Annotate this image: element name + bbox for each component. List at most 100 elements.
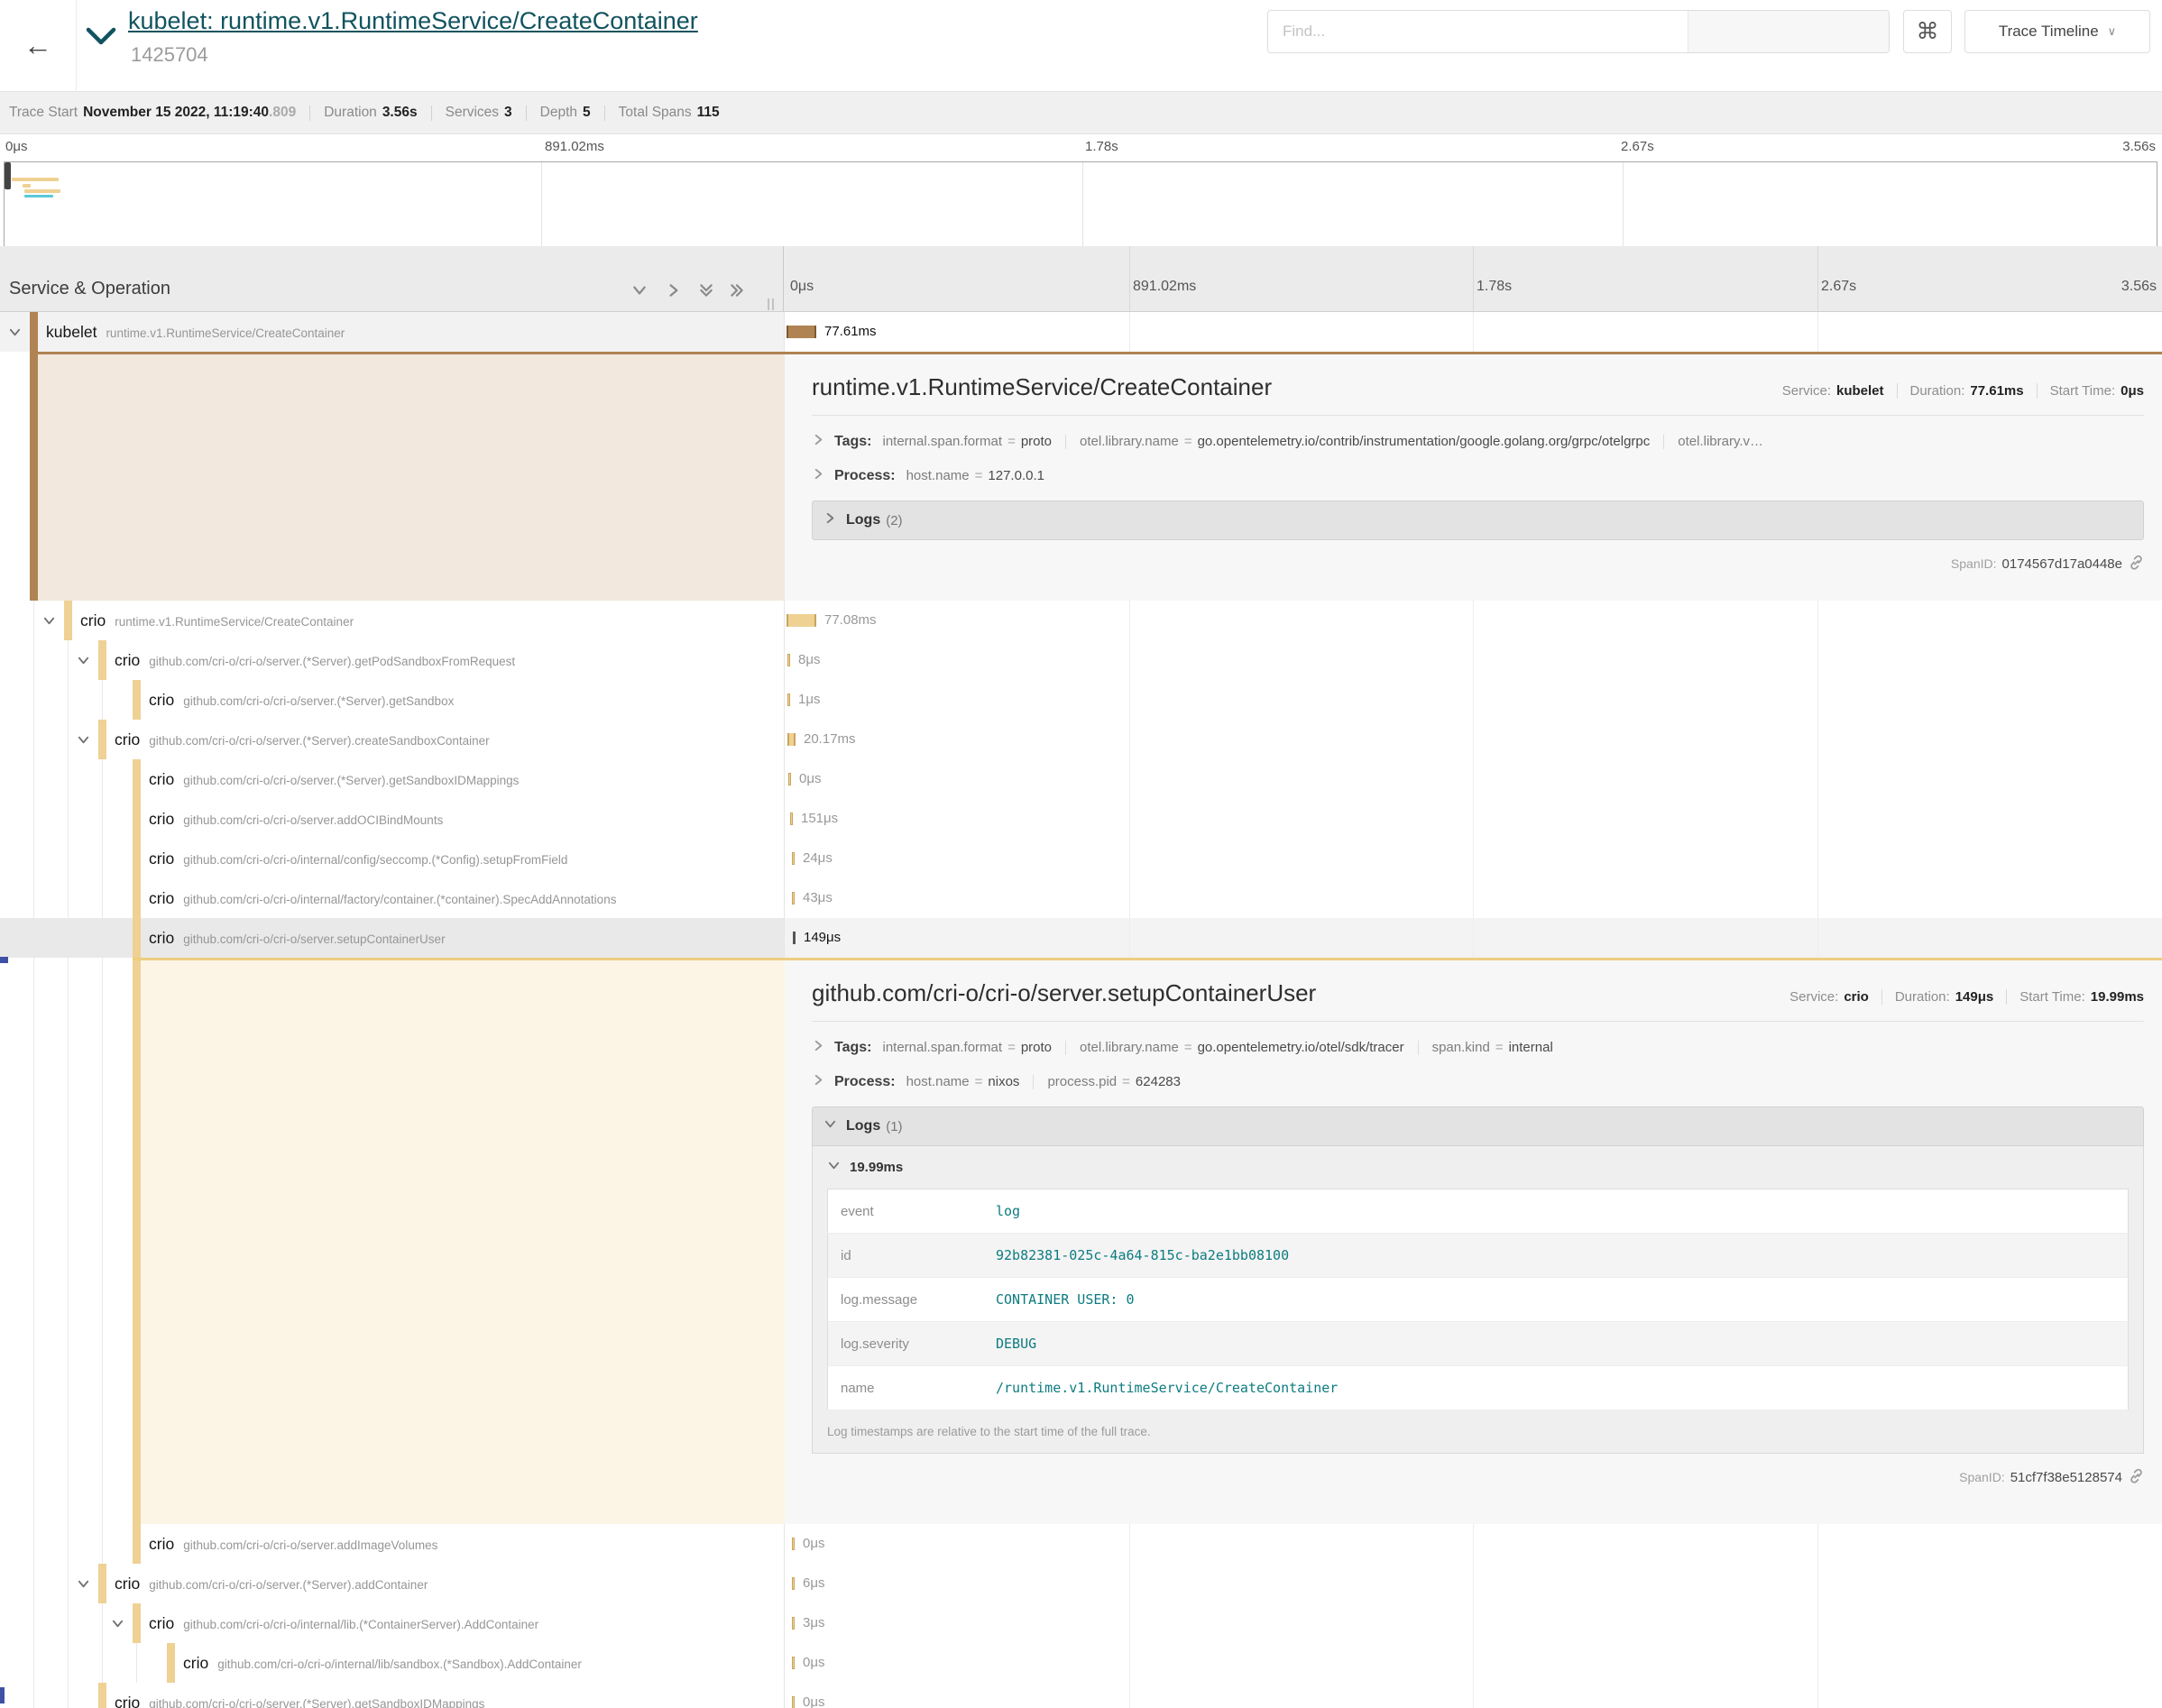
span-timeline-cell[interactable]: 6μs: [785, 1564, 2162, 1603]
span-row[interactable]: criogithub.com/cri-o/cri-o/internal/lib/…: [0, 1643, 2162, 1683]
span-row[interactable]: criogithub.com/cri-o/cri-o/server.addOCI…: [0, 799, 2162, 839]
link-icon[interactable]: [2129, 555, 2144, 573]
tags-row[interactable]: Tags:internal.span.format=protootel.libr…: [812, 1039, 2144, 1056]
column-resizer-handle[interactable]: [768, 298, 774, 310]
span-duration-bar[interactable]: [792, 1617, 795, 1630]
span-row[interactable]: criogithub.com/cri-o/cri-o/server.(*Serv…: [0, 759, 2162, 799]
span-color-bar: [133, 680, 141, 720]
span-duration-bar[interactable]: [788, 773, 791, 785]
span-timeline-cell[interactable]: 149μs: [785, 918, 2162, 958]
span-row[interactable]: criogithub.com/cri-o/cri-o/server.(*Serv…: [0, 1683, 2162, 1708]
span-timeline-cell[interactable]: 77.08ms: [785, 601, 2162, 640]
trace-title-chevron-down-icon[interactable]: [85, 25, 117, 51]
span-duration-bar[interactable]: [790, 813, 793, 825]
span-name-cell[interactable]: kubeletruntime.v1.RuntimeService/CreateC…: [0, 312, 785, 352]
span-timeline-cell[interactable]: 0μs: [785, 759, 2162, 799]
span-timeline-cell[interactable]: 0μs: [785, 1524, 2162, 1564]
span-duration-bar[interactable]: [787, 733, 796, 746]
collapse-children-icon[interactable]: [42, 614, 56, 632]
span-timeline-cell[interactable]: 1μs: [785, 680, 2162, 720]
link-icon[interactable]: [2129, 1468, 2144, 1486]
span-row[interactable]: criogithub.com/cri-o/cri-o/server.(*Serv…: [0, 1564, 2162, 1603]
divider: [431, 106, 432, 121]
span-duration-bar[interactable]: [792, 852, 795, 865]
span-duration-bar[interactable]: [792, 1696, 795, 1708]
span-row[interactable]: criogithub.com/cri-o/cri-o/server.addIma…: [0, 1524, 2162, 1564]
collapse-children-icon[interactable]: [8, 326, 22, 344]
tags-row[interactable]: Tags:internal.span.format=protootel.libr…: [812, 433, 2144, 450]
span-duration-bar[interactable]: [792, 892, 795, 905]
process-row[interactable]: Process:host.name=nixosprocess.pid=62428…: [812, 1073, 2144, 1090]
span-name-cell[interactable]: criogithub.com/cri-o/cri-o/server.(*Serv…: [0, 759, 785, 799]
span-name-cell[interactable]: criogithub.com/cri-o/cri-o/internal/conf…: [0, 839, 785, 878]
minimap-gridline: [1082, 162, 1083, 247]
logs-toggle[interactable]: Logs(1): [812, 1107, 2144, 1146]
find-input[interactable]: [1268, 11, 1688, 52]
span-row[interactable]: kubeletruntime.v1.RuntimeService/CreateC…: [0, 312, 2162, 352]
expand-all-icon[interactable]: [729, 282, 745, 303]
span-duration-bar[interactable]: [787, 693, 790, 706]
span-timeline-cell[interactable]: 151μs: [785, 799, 2162, 839]
span-name-cell[interactable]: criogithub.com/cri-o/cri-o/internal/lib/…: [0, 1643, 785, 1683]
span-duration-bar[interactable]: [792, 1577, 795, 1590]
span-name-cell[interactable]: criogithub.com/cri-o/cri-o/server.addIma…: [0, 1524, 785, 1564]
span-row[interactable]: criogithub.com/cri-o/cri-o/server.setupC…: [0, 918, 2162, 958]
process-row[interactable]: Process:host.name=127.0.0.1: [812, 467, 2144, 484]
span-timeline-cell[interactable]: 0μs: [785, 1683, 2162, 1708]
indent-guide: [33, 878, 34, 918]
collapse-all-icon[interactable]: [698, 282, 714, 303]
span-duration-bar[interactable]: [793, 932, 796, 944]
span-name-cell[interactable]: criogithub.com/cri-o/cri-o/server.(*Serv…: [0, 720, 785, 759]
collapse-children-icon[interactable]: [111, 1617, 124, 1635]
service-name: kubelet: [46, 323, 97, 342]
collapse-children-icon[interactable]: [77, 1577, 90, 1595]
span-timeline-cell[interactable]: 8μs: [785, 640, 2162, 680]
collapse-children-icon[interactable]: [77, 654, 90, 672]
span-duration-bar[interactable]: [787, 614, 816, 627]
span-timeline-cell[interactable]: 77.61ms: [785, 312, 2162, 352]
span-row[interactable]: criogithub.com/cri-o/cri-o/server.(*Serv…: [0, 680, 2162, 720]
span-name-cell[interactable]: criogithub.com/cri-o/cri-o/server.(*Serv…: [0, 1683, 785, 1708]
span-timeline-cell[interactable]: 3μs: [785, 1603, 2162, 1643]
span-timeline-cell[interactable]: 20.17ms: [785, 720, 2162, 759]
back-button[interactable]: ←: [0, 0, 77, 91]
span-duration-bar[interactable]: [787, 326, 816, 338]
collapse-children-icon[interactable]: [77, 733, 90, 751]
span-name-cell[interactable]: criogithub.com/cri-o/cri-o/internal/fact…: [0, 878, 785, 918]
trace-title-link[interactable]: kubelet: runtime.v1.RuntimeService/Creat…: [128, 7, 698, 35]
log-entry-toggle[interactable]: 19.99ms: [827, 1159, 2129, 1176]
operation-name: github.com/cri-o/cri-o/internal/lib/sand…: [217, 1657, 582, 1671]
log-field-key: log.message: [828, 1278, 996, 1322]
minimap-canvas[interactable]: [4, 161, 2157, 248]
indent-guide: [33, 839, 34, 878]
log-field-key: log.severity: [828, 1322, 996, 1366]
timeline-gridline: [1473, 1643, 1474, 1683]
span-name-cell[interactable]: criogithub.com/cri-o/cri-o/server.(*Serv…: [0, 1564, 785, 1603]
minimap-drag-handle[interactable]: [5, 162, 11, 189]
logs-toggle[interactable]: Logs(2): [812, 500, 2144, 540]
span-duration-bar[interactable]: [787, 654, 790, 666]
span-name-cell[interactable]: criogithub.com/cri-o/cri-o/server.addOCI…: [0, 799, 785, 839]
span-row[interactable]: criogithub.com/cri-o/cri-o/internal/lib.…: [0, 1603, 2162, 1643]
span-name-cell[interactable]: criogithub.com/cri-o/cri-o/server.(*Serv…: [0, 680, 785, 720]
view-selector-dropdown[interactable]: Trace Timeline ∨: [1964, 10, 2150, 53]
span-timeline-cell[interactable]: 24μs: [785, 839, 2162, 878]
key-value: host.name=127.0.0.1: [906, 468, 1044, 483]
span-duration-bar[interactable]: [792, 1657, 795, 1669]
keyboard-shortcuts-button[interactable]: ⌘: [1903, 10, 1952, 53]
span-duration-bar[interactable]: [792, 1538, 795, 1550]
span-name-cell[interactable]: criogithub.com/cri-o/cri-o/internal/lib.…: [0, 1603, 785, 1643]
span-row[interactable]: criogithub.com/cri-o/cri-o/server.(*Serv…: [0, 720, 2162, 759]
span-name-cell[interactable]: criogithub.com/cri-o/cri-o/server.setupC…: [0, 918, 785, 958]
expand-one-icon[interactable]: [666, 282, 682, 303]
span-row[interactable]: criogithub.com/cri-o/cri-o/server.(*Serv…: [0, 640, 2162, 680]
span-name-cell[interactable]: criogithub.com/cri-o/cri-o/server.(*Serv…: [0, 640, 785, 680]
span-color-bar: [98, 720, 106, 759]
span-name-cell[interactable]: crioruntime.v1.RuntimeService/CreateCont…: [0, 601, 785, 640]
span-timeline-cell[interactable]: 43μs: [785, 878, 2162, 918]
span-timeline-cell[interactable]: 0μs: [785, 1643, 2162, 1683]
span-row[interactable]: criogithub.com/cri-o/cri-o/internal/fact…: [0, 878, 2162, 918]
span-row[interactable]: criogithub.com/cri-o/cri-o/internal/conf…: [0, 839, 2162, 878]
span-row[interactable]: crioruntime.v1.RuntimeService/CreateCont…: [0, 601, 2162, 640]
collapse-one-icon[interactable]: [631, 282, 648, 303]
